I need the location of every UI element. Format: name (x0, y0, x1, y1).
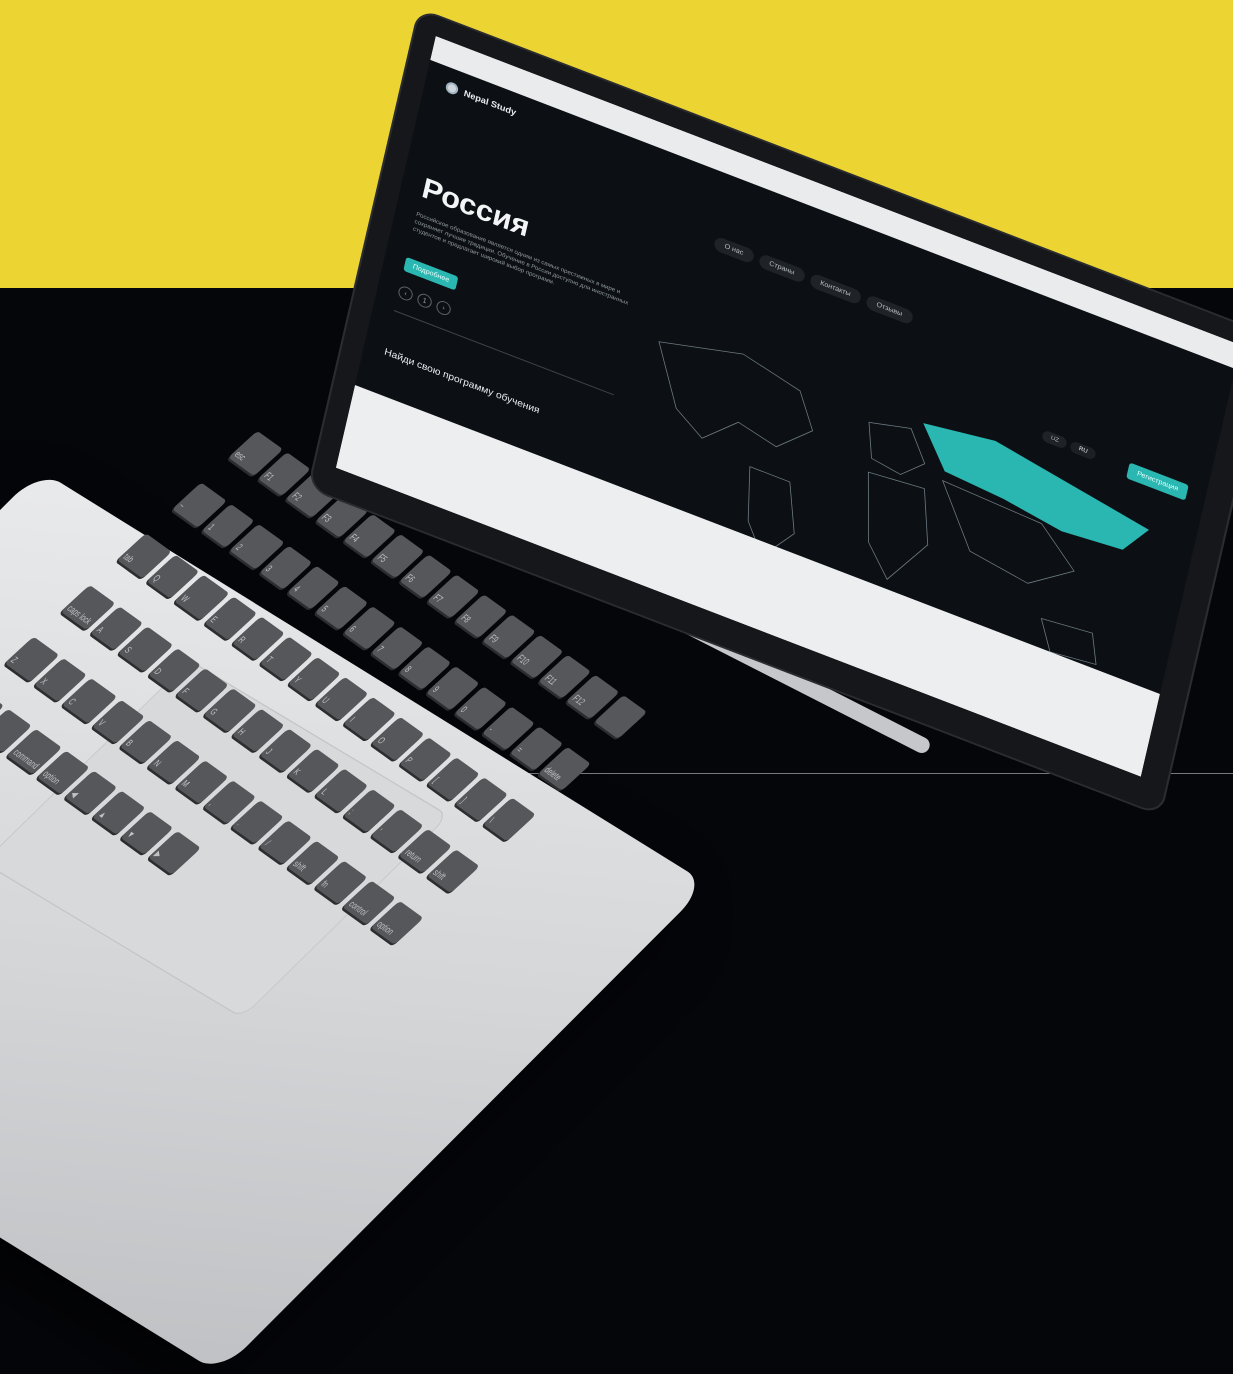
nav-item-contacts[interactable]: Контакты (808, 272, 863, 306)
slider-next-button[interactable]: › (435, 298, 453, 318)
map-europe-outline (868, 421, 926, 475)
browser-top-bar (430, 36, 1233, 369)
map-africa-outline (867, 471, 929, 580)
laptop: esc F1 F2 F3 F4 F5 F6 F7 F8 F9 F10 F11 F12 ~1 2 3 4 5 6 7 8 9… (0, 0, 1233, 1374)
slider-prev-button[interactable]: ‹ (397, 284, 415, 303)
slider-page-indicator: 1 (416, 291, 434, 310)
nav-item-countries[interactable]: Страны (757, 252, 806, 284)
main-navigation: О нас Страны Контакты Отзывы (713, 235, 914, 326)
slider-controls: ‹ 1 › (397, 284, 453, 318)
map-russia-highlight[interactable] (912, 414, 1156, 562)
hero-divider (393, 310, 615, 396)
brand-name: Nepal Study (462, 88, 518, 118)
nav-item-reviews[interactable]: Отзывы (864, 293, 914, 326)
logo-icon (444, 80, 460, 97)
map-americas-outline (658, 341, 814, 448)
nav-item-about[interactable]: О нас (713, 235, 755, 265)
more-button[interactable]: Подробнее (403, 256, 459, 291)
laptop-lid: Nepal Study О нас Страны Контакты Отзывы… (309, 10, 1233, 814)
